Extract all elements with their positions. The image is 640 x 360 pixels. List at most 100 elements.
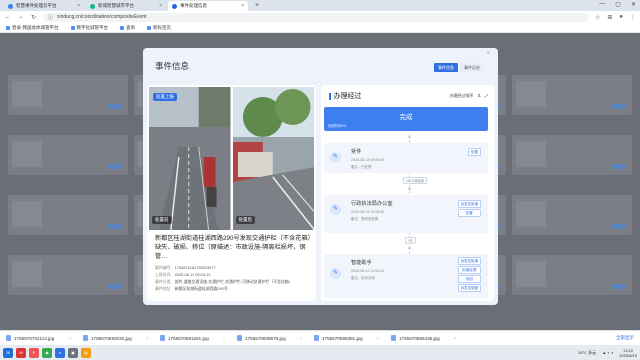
process-title: 办理经过 [333, 93, 362, 100]
street-photo-before [149, 87, 231, 230]
tray-icons[interactable]: ▲ ◐ ◑ [602, 350, 613, 355]
extensions-icon[interactable]: ⊞ [607, 14, 612, 21]
background-card [8, 75, 128, 115]
chevron-up-icon[interactable]: ^ [146, 336, 148, 341]
image-file-icon [391, 335, 396, 341]
menu-icon[interactable]: ⋮ [630, 14, 636, 21]
meta-row: 事件分类 部件-道路交通设施-交通护栏-交通护栏-可移动交通护栏（不含花箱） [155, 279, 293, 284]
bookmark-item[interactable]: 登录-我国总体城管平台 [6, 25, 59, 31]
step-action-button[interactable]: 派发至城管 [457, 284, 481, 292]
tab-event-info[interactable]: 事件信息 [434, 63, 458, 72]
image-file-icon [314, 335, 319, 341]
tab-close-icon[interactable]: × [159, 3, 162, 9]
close-window-icon[interactable]: ✕ [631, 1, 636, 8]
download-item[interactable]: 1755570702112.jpg ^ [6, 335, 71, 341]
bookmark-item[interactable]: 查询 [120, 25, 135, 31]
download-item[interactable]: 1755570693032.jpg ^ [83, 335, 148, 341]
download-item[interactable]: 1755570598381.jpg ^ [314, 335, 379, 341]
step-action-button[interactable]: 处置 [468, 148, 481, 156]
photo-gallery: 处置上报 处置前 处置后 [149, 87, 314, 230]
download-item[interactable]: 1755570681281.jpg ^ [160, 335, 225, 341]
photo-caption: 处置前 [152, 216, 172, 224]
process-header: 办理经过 [329, 91, 362, 101]
completed-banner: 完成 完成时间:20 [324, 107, 488, 131]
event-detail-panel: 处置上报 处置前 处置后 新都区桂湖街道桂湖西路290号发现交通护栏（不含花箱）… [147, 85, 316, 301]
chrome-app-icon[interactable]: ◉ [42, 347, 52, 358]
address-bar: ← → ↻ ⓘ xinducg.cn/coordination/composit… [0, 11, 640, 23]
expand-icon[interactable]: ⤢ [485, 93, 488, 99]
star-icon[interactable]: ☆ [595, 14, 600, 21]
step-date: 2025-08-13 13:06:50 [351, 210, 385, 214]
image-file-icon [6, 335, 11, 341]
timeline-step: ✎ 智能助手 2025-08-13 13:06:41 备注：自动派遣 派发至街道… [324, 254, 488, 298]
browser-tab[interactable]: 新城智慧城市平台 × [86, 1, 166, 11]
show-all-downloads-link[interactable]: 全部显示 [616, 335, 634, 341]
photo-after[interactable]: 处置后 [232, 87, 314, 230]
meta-row: 案件编号 1754874161755913977 [155, 265, 216, 270]
folder-app-icon[interactable]: ▤ [81, 347, 91, 358]
site-info-icon[interactable]: ⓘ [48, 14, 53, 21]
bookmark-icon [6, 25, 10, 30]
tab-favicon-icon [8, 3, 13, 9]
modal-close-icon[interactable]: × [486, 51, 490, 57]
modal-tabs: 事件信息 事件历史 [434, 63, 484, 72]
pin-icon: ✎ [330, 152, 341, 163]
bookmark-icon [147, 25, 151, 30]
browser-tab-active[interactable]: 事件处理信息 × [168, 1, 248, 11]
step-action-button[interactable]: 派发至街道 [457, 200, 481, 208]
back-icon[interactable]: ← [4, 14, 11, 20]
step-note: 备注：需现场处置 [351, 217, 379, 221]
sort-toggle[interactable]: 办理经过排序 [449, 93, 473, 99]
start-icon[interactable]: ⊞ [3, 347, 13, 358]
url-field[interactable]: ⓘ xinducg.cn/coordination/compositeEvent [43, 12, 589, 22]
step-date: 2025-08-13 13:06:41 [351, 269, 385, 273]
step-note: 备注：已处理 [351, 165, 372, 169]
completed-time: 完成时间:20 [328, 124, 347, 128]
browser-tab[interactable]: 智慧事件处理云平台 × [4, 1, 84, 11]
timeline-arrow-icon: ▲ [406, 245, 413, 251]
tab-close-icon[interactable]: × [241, 3, 244, 9]
event-info-modal: 事件信息 × 事件信息 事件历史 处置上报 处置前 处置后 新都区桂湖街道桂湖西… [143, 48, 498, 305]
photo-top-tag: 处置上报 [153, 93, 177, 101]
step-action-button[interactable]: 处置 [457, 209, 481, 217]
process-tools: 办理经过排序 ⇅ ⤢ [449, 93, 488, 99]
bookmark-icon [120, 25, 124, 30]
chevron-up-icon[interactable]: ^ [223, 336, 225, 341]
chevron-up-icon[interactable]: ^ [300, 336, 302, 341]
step-action-button[interactable]: 派发至街道 [457, 257, 481, 265]
weather-text[interactable]: 28°C 多云 [578, 350, 596, 356]
new-tab-button[interactable]: + [250, 1, 264, 11]
timeline-arrow-icon: ▲ [406, 134, 413, 140]
timeline-step: ✎ 受件 2025-08-14 09:00:05 备注：已处理 处置 [324, 143, 488, 173]
background-card [8, 135, 128, 175]
download-item[interactable]: 1755570586435.jpg ^ [391, 335, 456, 341]
browser-app-icon[interactable]: e [55, 347, 65, 358]
bookmark-item[interactable]: 新标签页 [147, 25, 171, 31]
chevron-up-icon[interactable]: ^ [69, 336, 71, 341]
profile-icon[interactable]: ● [619, 14, 623, 21]
sort-icon[interactable]: ⇅ [477, 93, 480, 99]
photo-before[interactable]: 处置上报 处置前 [149, 87, 231, 230]
image-file-icon [237, 335, 242, 341]
chevron-up-icon[interactable]: ^ [377, 336, 379, 341]
download-item[interactable]: 1755570609876.jpg ^ [237, 335, 302, 341]
step-action-button[interactable]: 驳回 [457, 275, 481, 283]
wps-app-icon[interactable]: W [16, 347, 26, 358]
reload-icon[interactable]: ↻ [30, 14, 37, 21]
tab-event-history[interactable]: 事件历史 [460, 63, 484, 72]
meta-row: 上报时间 2025-08-11 09:03:13 [155, 272, 211, 277]
tab-favicon-icon [172, 3, 177, 9]
tab-close-icon[interactable]: × [77, 3, 80, 9]
chevron-up-icon[interactable]: ^ [454, 336, 456, 341]
window-controls: — ▢ ✕ [599, 1, 636, 8]
pin-icon: ✎ [330, 268, 341, 279]
step-action-button[interactable]: 街道处理 [457, 266, 481, 274]
app-icon[interactable]: ▣ [68, 347, 78, 358]
step-actions: 处置 [468, 148, 481, 156]
maximize-icon[interactable]: ▢ [615, 1, 621, 8]
minimize-icon[interactable]: — [599, 1, 605, 8]
pdf-app-icon[interactable]: P [29, 347, 39, 358]
clock[interactable]: 13:22 2025/8/19 [619, 348, 637, 358]
forward-icon[interactable]: → [17, 14, 24, 20]
bookmark-item[interactable]: 数字化城管平台 [70, 25, 108, 31]
